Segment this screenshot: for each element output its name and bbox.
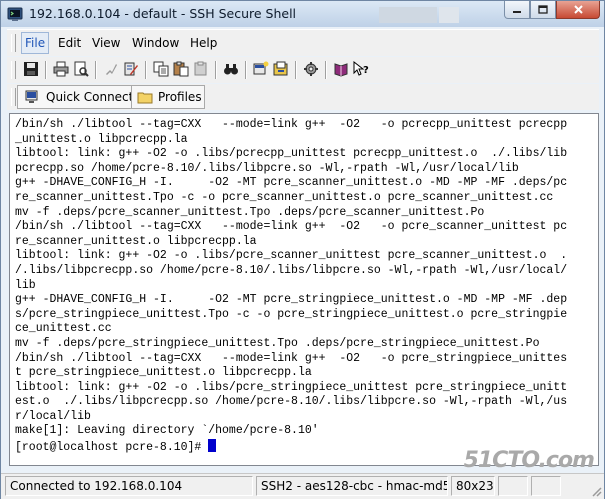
menu-bar: File Edit View Window Help xyxy=(7,29,599,56)
toolbar-grip[interactable] xyxy=(11,61,16,79)
minimize-icon xyxy=(513,10,521,13)
terminal-line: libtool: link: g++ -O2 -o .libs/pcre_sca… xyxy=(15,249,568,263)
terminal-line: re_scanner_unittest.Tpo -c -o pcre_scann… xyxy=(15,190,554,204)
terminal-line: pcrecpp.so /home/pcre-8.10/.libs/libpcre… xyxy=(15,161,519,175)
terminal-line: s/pcre_stringpiece_unittest.Tpo -c -o pc… xyxy=(15,307,568,321)
terminal-size: 80x23 xyxy=(451,476,495,496)
terminal-lines: /bin/sh ./libtool --tag=CXX --mode=link … xyxy=(15,118,567,437)
terminal-line: /bin/sh ./libtool --tag=CXX --mode=link … xyxy=(15,118,568,131)
terminal-line: t pcre_stringpiece_unittest.o libpcrecpp… xyxy=(15,366,312,380)
blurred-area xyxy=(439,7,459,23)
help-book-icon[interactable] xyxy=(333,61,349,77)
menu-file[interactable]: File xyxy=(21,32,50,54)
toolbar-separator xyxy=(325,61,327,79)
menu-bar-grip[interactable] xyxy=(11,34,16,52)
title-bar[interactable]: 192.168.0.104 - default - SSH Secure She… xyxy=(1,1,604,27)
terminal-line: ce_unittest.cc xyxy=(15,322,112,336)
terminal-line: /.libs/libpcrecpp.so /home/pcre-8.10/.li… xyxy=(15,263,568,277)
shell-prompt: [root@localhost pcre-8.10]# xyxy=(15,441,209,455)
svg-text:?: ? xyxy=(363,65,369,76)
terminal-line: r/local/lib xyxy=(15,409,91,423)
text-cursor xyxy=(208,439,217,453)
close-icon xyxy=(573,5,583,14)
quick-connect-bar: Quick Connect Profiles xyxy=(7,84,599,110)
new-file-transfer-icon[interactable] xyxy=(273,61,289,77)
quickbar-grip[interactable] xyxy=(11,88,16,106)
window-controls xyxy=(504,1,600,21)
maximize-button[interactable] xyxy=(530,1,556,19)
maximize-icon xyxy=(538,4,548,14)
ssh-client-window: 192.168.0.104 - default - SSH Secure She… xyxy=(0,0,605,499)
terminal-line: mv -f .deps/pcre_scanner_unittest.Tpo .d… xyxy=(15,205,485,219)
profiles-label: Profiles xyxy=(158,90,202,104)
ssh-app-icon xyxy=(7,7,23,21)
protocol-status: SSH2 - aes128-cbc - hmac-md5 xyxy=(256,476,448,496)
toolbar-separator xyxy=(145,61,147,79)
status-bar: Connected to 192.168.0.104 SSH2 - aes128… xyxy=(1,473,604,499)
terminal-line: /bin/sh ./libtool --tag=CXX --mode=link … xyxy=(15,351,568,365)
print-preview-icon[interactable] xyxy=(73,61,89,77)
resize-grip-icon[interactable] xyxy=(590,485,602,497)
disconnect-icon[interactable] xyxy=(103,61,119,77)
terminal-line: libtool: link: g++ -O2 -o .libs/pcrecpp_… xyxy=(15,147,568,161)
folder-icon xyxy=(137,92,153,104)
terminal-line: g++ -DHAVE_CONFIG_H -I. -O2 -MT pcre_sca… xyxy=(15,176,568,190)
status-empty-cell xyxy=(498,476,528,496)
terminal-text: /bin/sh ./libtool --tag=CXX --mode=link … xyxy=(15,118,567,456)
terminal-line: re_scanner_unittest.o libpcrecpp.la xyxy=(15,234,257,248)
terminal-line: /bin/sh ./libtool --tag=CXX --mode=link … xyxy=(15,220,568,234)
profiles-button[interactable]: Profiles xyxy=(131,85,205,109)
toolbar-separator xyxy=(295,61,297,79)
terminal-line: lib xyxy=(15,278,36,292)
terminal-line: make[1]: Leaving directory `/home/pcre-8… xyxy=(15,424,319,438)
window-title: 192.168.0.104 - default - SSH Secure She… xyxy=(29,6,297,21)
new-terminal-icon[interactable] xyxy=(253,61,269,77)
quick-connect-icon xyxy=(25,90,38,103)
print-icon[interactable] xyxy=(53,61,69,77)
close-button[interactable] xyxy=(556,1,600,19)
terminal-line: est.o ./.libs/libpcrecpp.so /home/pcre-8… xyxy=(15,395,568,409)
copy-icon[interactable] xyxy=(153,61,169,77)
menu-edit[interactable]: Edit xyxy=(58,36,81,50)
toolbar-separator xyxy=(215,61,217,79)
terminal-line: mv -f .deps/pcre_stringpiece_unittest.Tp… xyxy=(15,336,540,350)
blurred-area xyxy=(379,7,437,23)
whats-this-icon[interactable]: ? xyxy=(353,61,369,77)
quick-connect-label: Quick Connect xyxy=(46,90,134,104)
paste-disabled-icon[interactable] xyxy=(193,61,209,77)
minimize-button[interactable] xyxy=(504,1,530,19)
toolbar-separator xyxy=(95,61,97,79)
toolbar-separator xyxy=(245,61,247,79)
settings-icon[interactable] xyxy=(303,61,319,77)
menu-help[interactable]: Help xyxy=(190,36,217,50)
menu-window[interactable]: Window xyxy=(132,36,179,50)
toolbar: ? xyxy=(7,57,599,83)
terminal-output[interactable]: /bin/sh ./libtool --tag=CXX --mode=link … xyxy=(9,113,599,466)
terminal-line: g++ -DHAVE_CONFIG_H -I. -O2 -MT pcre_str… xyxy=(15,293,568,307)
connection-status: Connected to 192.168.0.104 xyxy=(5,476,253,496)
terminal-line: libtool: link: g++ -O2 -o .libs/pcre_str… xyxy=(15,380,568,394)
toolbar-separator xyxy=(45,61,47,79)
quick-connect-button[interactable]: Quick Connect xyxy=(17,85,133,109)
status-empty-cell xyxy=(531,476,561,496)
menu-view[interactable]: View xyxy=(92,36,120,50)
save-icon[interactable] xyxy=(23,61,39,77)
edit-profile-icon[interactable] xyxy=(123,61,139,77)
find-icon[interactable] xyxy=(223,61,239,77)
paste-icon[interactable] xyxy=(173,61,189,77)
terminal-line: _unittest.o libpcrecpp.la xyxy=(15,132,188,146)
